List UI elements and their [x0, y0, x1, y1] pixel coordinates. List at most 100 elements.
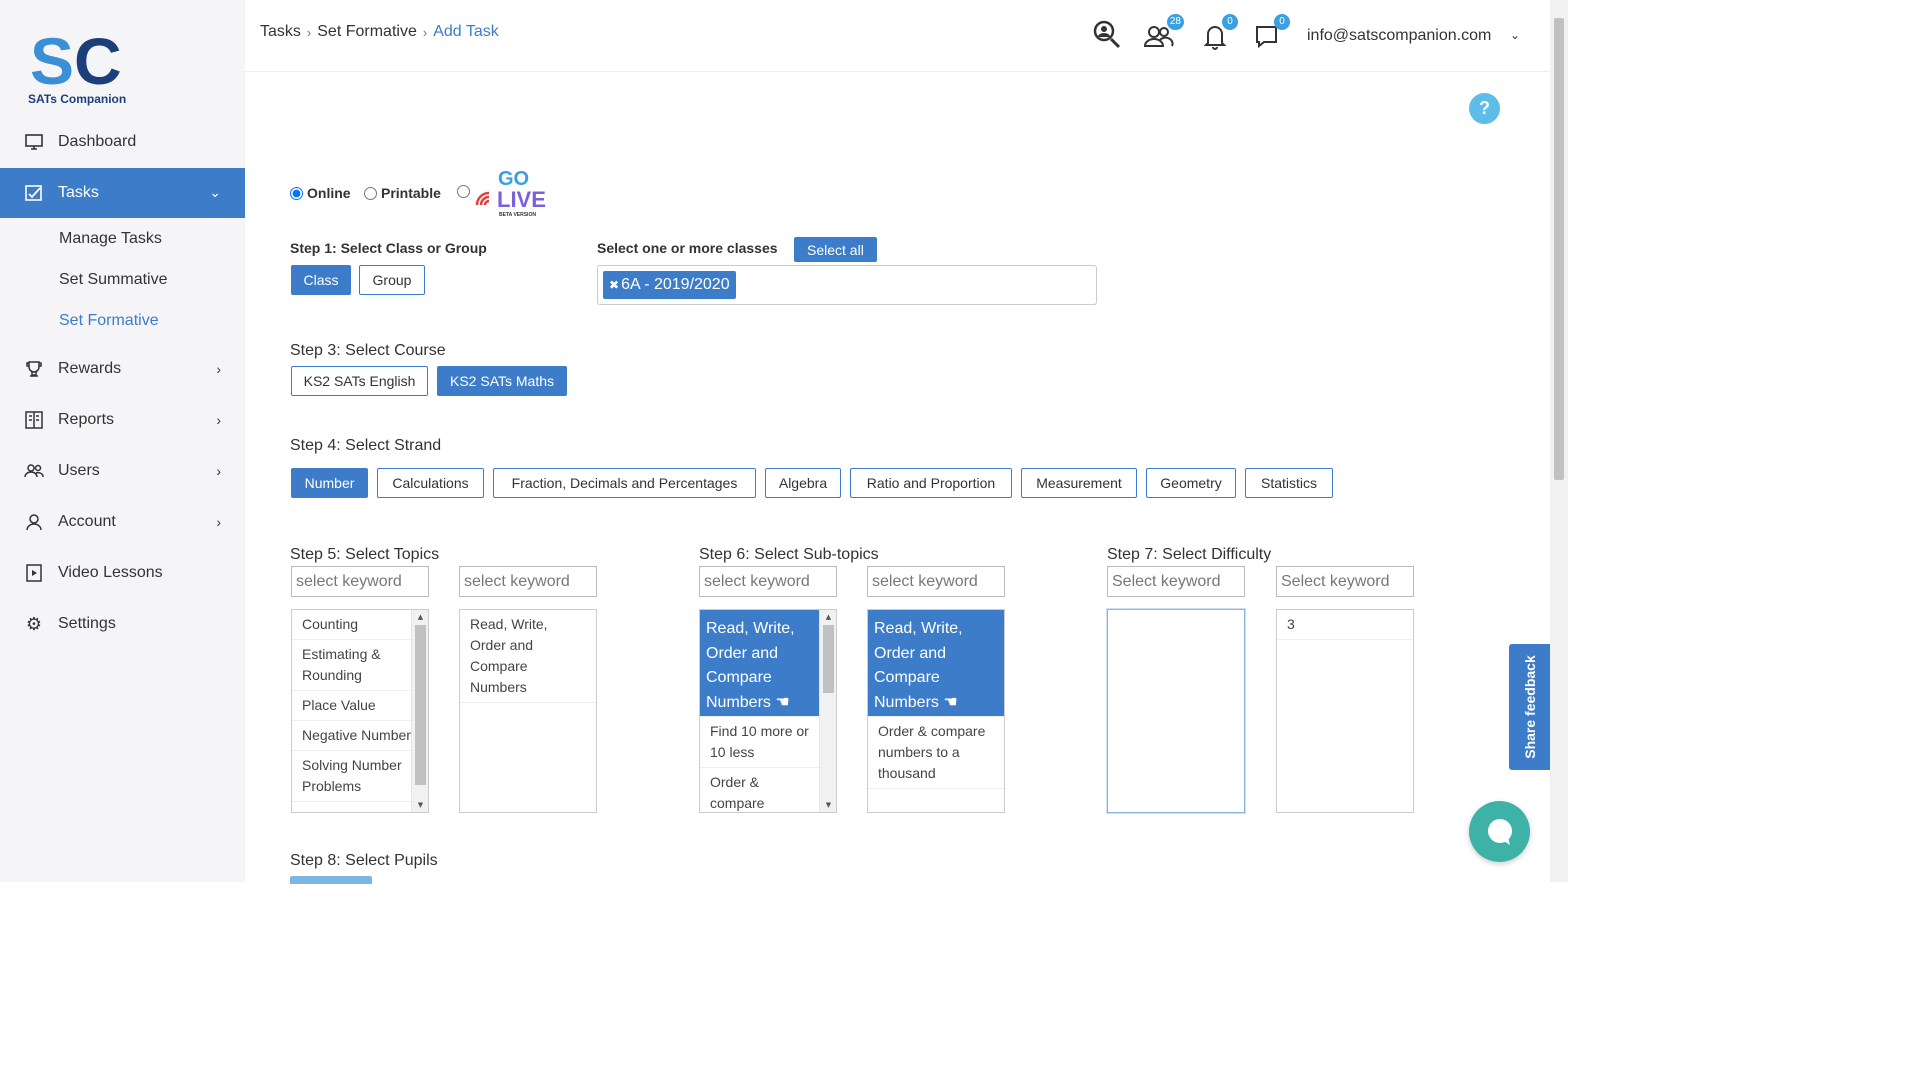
difficulty-selected-search-input[interactable] [1276, 566, 1414, 597]
scroll-down-icon[interactable]: ▼ [412, 801, 428, 809]
page-scroll-thumb[interactable] [1554, 18, 1564, 480]
group-header: Read, Write, Order and Compare Numbers ☚ [700, 610, 819, 717]
list-item[interactable]: Solving Number Problems [292, 751, 428, 802]
sidebar-item-label: Settings [58, 615, 116, 632]
strand-algebra-button[interactable]: Algebra [765, 468, 841, 498]
share-feedback-button[interactable]: Share feedback [1509, 644, 1551, 770]
chevron-down-icon[interactable]: ⌄ [1510, 28, 1520, 42]
difficulty-selected-list[interactable]: 3 [1276, 609, 1414, 813]
golive-radio[interactable] [457, 185, 470, 198]
user-email[interactable]: info@satscompanion.com [1307, 27, 1491, 45]
sidebar-item-dashboard[interactable]: Dashboard [0, 118, 245, 166]
list-item[interactable]: Negative Numbers [292, 721, 428, 751]
chat-icon[interactable]: 0 [1250, 14, 1290, 54]
class-multiselect[interactable]: ✖ 6A - 2019/2020 [597, 265, 1097, 305]
strand-calculations-button[interactable]: Calculations [377, 468, 484, 498]
sidebar-item-rewards[interactable]: Rewards › [0, 345, 245, 393]
sidebar-item-users[interactable]: Users › [0, 447, 245, 495]
breadcrumb-tasks[interactable]: Tasks [260, 23, 301, 41]
strand-ratio-button[interactable]: Ratio and Proportion [850, 468, 1012, 498]
strand-geometry-button[interactable]: Geometry [1146, 468, 1236, 498]
chevron-right-icon: › [216, 514, 221, 530]
mode-printable[interactable]: Printable [364, 185, 441, 201]
subtopics-selected-search-input[interactable] [867, 566, 1005, 597]
list-item[interactable]: Estimating & Rounding [292, 640, 428, 691]
scroll-down-icon[interactable]: ▼ [820, 801, 836, 809]
subtopics-selected-list[interactable]: Read, Write, Order and Compare Numbers ☚… [867, 609, 1005, 813]
sidebar-item-settings[interactable]: ⚙ Settings [0, 600, 245, 648]
trophy-icon [24, 359, 44, 379]
strand-statistics-button[interactable]: Statistics [1245, 468, 1333, 498]
list-item[interactable]: Order & compare numbers to a thousand [868, 717, 1004, 789]
course-english-button[interactable]: KS2 SATs English [291, 366, 428, 396]
difficulty-available-list[interactable] [1107, 609, 1245, 813]
sidebar-item-account[interactable]: Account › [0, 498, 245, 546]
breadcrumb-add-task: Add Task [433, 23, 499, 40]
scrollbar[interactable]: ▲ ▼ [819, 610, 836, 812]
svg-text:S: S [30, 24, 74, 98]
select-all-button[interactable]: Select all [794, 237, 877, 262]
topics-selected-list[interactable]: Read, Write, Order and Compare Numbers [459, 609, 597, 813]
sidebar-subitem-set-formative[interactable]: Set Formative [59, 312, 159, 330]
sidebar-subitem-manage-tasks[interactable]: Manage Tasks [59, 230, 162, 248]
step2-label: Select one or more classes [597, 240, 778, 256]
list-item[interactable]: Order & compare numbers [700, 768, 819, 812]
group-button[interactable]: Group [359, 265, 425, 295]
share-feedback-label: Share feedback [1522, 655, 1538, 759]
step5-label: Step 5: Select Topics [290, 546, 440, 563]
sidebar-item-label: Users [58, 462, 100, 479]
sidebar-subitem-set-summative[interactable]: Set Summative [59, 271, 167, 289]
chevron-right-icon: › [216, 463, 221, 479]
sidebar-item-label: Reports [58, 411, 115, 428]
sidebar-item-label: Tasks [58, 184, 99, 201]
chat-launcher-button[interactable] [1469, 801, 1530, 862]
monitor-icon [24, 132, 44, 152]
users-badge: 28 [1166, 14, 1184, 30]
course-maths-button[interactable]: KS2 SATs Maths [437, 366, 567, 396]
online-radio[interactable] [290, 186, 303, 200]
subtopics-available-list[interactable]: Read, Write, Order and Compare Numbers ☚… [699, 609, 837, 813]
strand-measurement-button[interactable]: Measurement [1021, 468, 1137, 498]
page-scrollbar[interactable] [1550, 0, 1568, 882]
chevron-right-icon: › [216, 412, 221, 428]
svg-text:BETA VERSION: BETA VERSION [499, 212, 536, 218]
breadcrumb-set-formative[interactable]: Set Formative [317, 23, 417, 41]
class-button[interactable]: Class [291, 265, 351, 295]
list-item[interactable]: Read, Write, Order and Compare Numbers [460, 610, 596, 703]
list-item[interactable]: Counting [292, 610, 428, 640]
messages-badge: 0 [1274, 14, 1290, 30]
step3-label: Step 3: Select Course [290, 342, 446, 359]
sidebar-item-reports[interactable]: Reports › [0, 396, 245, 444]
strand-fractions-button[interactable]: Fraction, Decimals and Percentages [493, 468, 756, 498]
video-icon [24, 563, 44, 583]
scrollbar[interactable]: ▲ ▼ [411, 610, 428, 812]
scroll-thumb[interactable] [415, 625, 426, 785]
list-item[interactable]: Find 10 more or 10 less [700, 717, 819, 768]
sidebar-item-label: Account [58, 513, 116, 530]
scroll-up-icon[interactable]: ▲ [412, 613, 428, 621]
mode-golive[interactable] [457, 185, 474, 198]
scroll-up-icon[interactable]: ▲ [820, 613, 836, 621]
scroll-thumb[interactable] [823, 625, 834, 693]
list-item[interactable]: Place Value [292, 691, 428, 721]
sidebar-item-label: Dashboard [58, 133, 137, 150]
mode-online[interactable]: Online [290, 185, 351, 201]
list-item[interactable]: 3 [1277, 610, 1413, 640]
close-icon[interactable]: ✖ [609, 278, 619, 292]
step1-label: Step 1: Select Class or Group [290, 240, 487, 256]
printable-radio[interactable] [364, 186, 377, 200]
strand-number-button[interactable]: Number [291, 468, 368, 498]
difficulty-available-search-input[interactable] [1107, 566, 1245, 597]
sidebar-item-tasks[interactable]: Tasks ⌄ [0, 168, 245, 218]
users-icon[interactable]: 28 [1142, 14, 1184, 54]
subtopics-available-search-input[interactable] [699, 566, 837, 597]
search-user-icon[interactable] [1089, 18, 1125, 54]
bell-icon[interactable]: 0 [1198, 14, 1238, 54]
brand-name: SATs Companion [28, 92, 127, 106]
topics-selected-search-input[interactable] [459, 566, 597, 597]
sidebar-item-video-lessons[interactable]: Video Lessons [0, 549, 245, 597]
select-all-pupils-button[interactable] [290, 876, 372, 884]
topics-available-search-input[interactable] [291, 566, 429, 597]
topics-available-list[interactable]: Counting Estimating & Rounding Place Val… [291, 609, 429, 813]
help-button[interactable]: ? [1469, 93, 1500, 124]
